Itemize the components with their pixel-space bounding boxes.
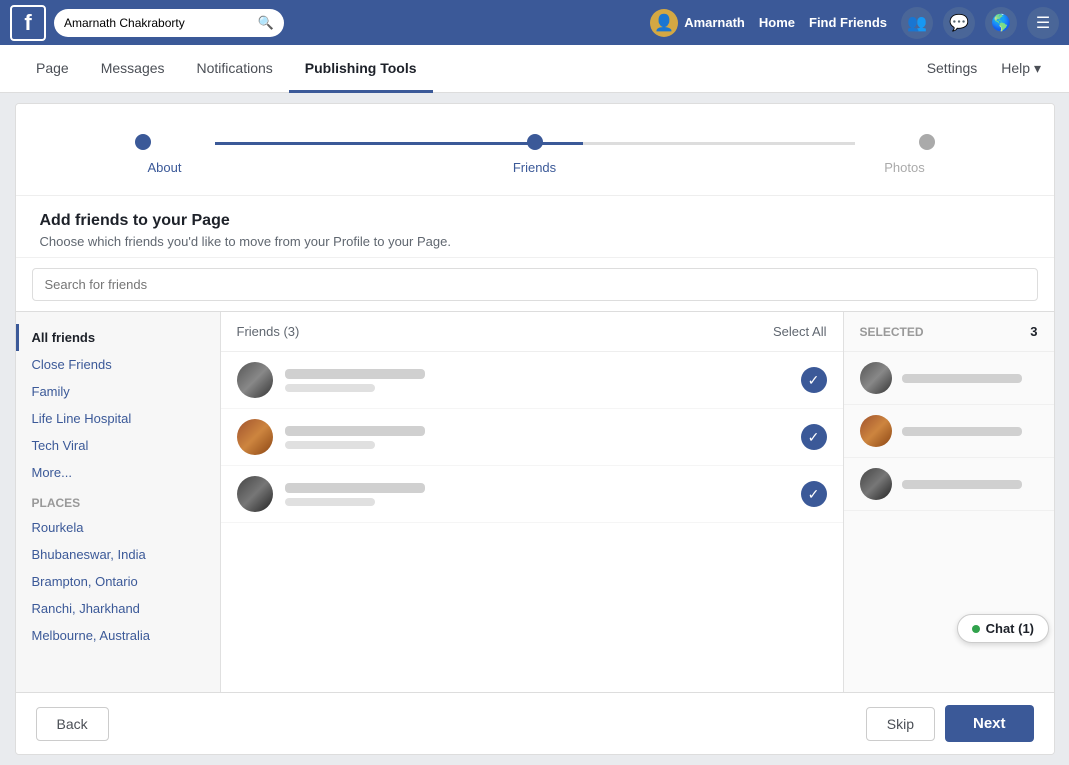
friend-avatar-3 (237, 476, 273, 512)
friend-name-1 (285, 369, 801, 392)
progress-labels: About Friends Photos (135, 160, 935, 175)
friends-list-panel: Friends (3) Select All ✓ (221, 312, 844, 692)
main-card: About Friends Photos Add friends to your… (15, 103, 1055, 755)
friend-name-2 (285, 426, 801, 449)
selected-name-bar-1 (902, 374, 1022, 383)
tab-page[interactable]: Page (20, 46, 85, 93)
selected-item-2 (844, 405, 1054, 458)
btn-right-group: Skip Next (866, 705, 1034, 742)
messages-icon-btn[interactable]: 💬 (943, 7, 975, 39)
next-button[interactable]: Next (945, 705, 1034, 742)
sidebar-item-ranchi[interactable]: Ranchi, Jharkhand (16, 595, 220, 622)
progress-label-photos: Photos (875, 160, 935, 175)
search-friends-input[interactable] (32, 268, 1038, 301)
friend-name-bar-1 (285, 369, 425, 379)
friend-name-bar-2 (285, 426, 425, 436)
friends-icon-btn[interactable]: 👥 (901, 7, 933, 39)
search-input[interactable] (64, 16, 258, 30)
select-all-button[interactable]: Select All (773, 324, 826, 339)
page-tabs: Page Messages Notifications Publishing T… (0, 45, 1069, 93)
friend-item-3[interactable]: ✓ (221, 466, 843, 523)
outer-wrapper: About Friends Photos Add friends to your… (0, 93, 1069, 765)
search-icon: 🔍 (258, 15, 274, 31)
sidebar-item-brampton[interactable]: Brampton, Ontario (16, 568, 220, 595)
notifications-icon-btn[interactable]: 🌎 (985, 7, 1017, 39)
selected-avatar-1 (860, 362, 892, 394)
settings-icon-btn[interactable]: ☰ (1027, 7, 1059, 39)
friend-avatar-1 (237, 362, 273, 398)
nav-find-friends[interactable]: Find Friends (809, 15, 887, 30)
selected-item-1 (844, 352, 1054, 405)
progress-label-friends: Friends (505, 160, 565, 175)
tab-right-actions: Settings Help ▾ (919, 46, 1049, 91)
sidebar-item-more[interactable]: More... (16, 459, 220, 486)
selected-label: SELECTED (860, 325, 924, 339)
friends-sidebar: All friends Close Friends Family Life Li… (16, 312, 221, 692)
add-friends-header: Add friends to your Page Choose which fr… (16, 196, 1054, 258)
friend-name-bar2-1 (285, 384, 375, 392)
sidebar-item-rourkela[interactable]: Rourkela (16, 514, 220, 541)
sidebar-item-all-friends[interactable]: All friends (16, 324, 220, 351)
friend-name-3 (285, 483, 801, 506)
sidebar-item-life-line[interactable]: Life Line Hospital (16, 405, 220, 432)
facebook-logo: f (10, 5, 46, 41)
bottom-bar: Back Skip Next (16, 692, 1054, 754)
sidebar-item-family[interactable]: Family (16, 378, 220, 405)
skip-button[interactable]: Skip (866, 707, 935, 741)
nav-right: 👤 Amarnath Home Find Friends 👥 💬 🌎 ☰ (650, 7, 1059, 39)
friends-panel: All friends Close Friends Family Life Li… (16, 312, 1054, 692)
tab-publishing-tools[interactable]: Publishing Tools (289, 46, 433, 93)
selected-name-bar-2 (902, 427, 1022, 436)
selected-avatar-2 (860, 415, 892, 447)
chat-label: Chat (1) (986, 621, 1034, 636)
places-label: Places (16, 486, 220, 514)
friends-count: Friends (3) (237, 324, 300, 339)
back-button[interactable]: Back (36, 707, 109, 741)
sidebar-item-tech-viral[interactable]: Tech Viral (16, 432, 220, 459)
sidebar-item-bhubaneswar[interactable]: Bhubaneswar, India (16, 541, 220, 568)
nav-user[interactable]: 👤 Amarnath (650, 9, 745, 37)
friend-check-1[interactable]: ✓ (801, 367, 827, 393)
search-bar[interactable]: 🔍 (54, 9, 284, 37)
friend-item-1[interactable]: ✓ (221, 352, 843, 409)
friend-avatar-2 (237, 419, 273, 455)
chat-bubble[interactable]: Chat (1) (957, 614, 1049, 643)
top-nav: f 🔍 👤 Amarnath Home Find Friends 👥 💬 🌎 ☰ (0, 0, 1069, 45)
search-row (16, 258, 1054, 312)
nav-home[interactable]: Home (759, 15, 795, 30)
selected-name-bar-3 (902, 480, 1022, 489)
friend-item-2[interactable]: ✓ (221, 409, 843, 466)
sidebar-item-melbourne[interactable]: Melbourne, Australia (16, 622, 220, 649)
chat-dot (972, 625, 980, 633)
nav-icons: 👥 💬 🌎 ☰ (901, 7, 1059, 39)
progress-dot-photos (919, 134, 935, 150)
progress-section: About Friends Photos (16, 104, 1054, 196)
progress-dot-friends (527, 134, 543, 150)
user-name: Amarnath (684, 15, 745, 30)
selected-item-3 (844, 458, 1054, 511)
progress-label-about: About (135, 160, 195, 175)
user-avatar: 👤 (650, 9, 678, 37)
sidebar-item-close-friends[interactable]: Close Friends (16, 351, 220, 378)
selected-count: 3 (1030, 324, 1037, 339)
friend-name-bar2-2 (285, 441, 375, 449)
settings-link[interactable]: Settings (919, 46, 986, 91)
friends-list-header: Friends (3) Select All (221, 312, 843, 352)
progress-dot-about (135, 134, 151, 150)
selected-avatar-3 (860, 468, 892, 500)
friend-name-bar2-3 (285, 498, 375, 506)
help-link[interactable]: Help ▾ (993, 46, 1049, 91)
friend-name-bar-3 (285, 483, 425, 493)
add-friends-title: Add friends to your Page (40, 212, 1030, 230)
friend-check-3[interactable]: ✓ (801, 481, 827, 507)
friend-check-2[interactable]: ✓ (801, 424, 827, 450)
selected-header: SELECTED 3 (844, 312, 1054, 352)
tab-messages[interactable]: Messages (85, 46, 181, 93)
add-friends-subtitle: Choose which friends you'd like to move … (40, 234, 1030, 249)
tab-notifications[interactable]: Notifications (181, 46, 289, 93)
